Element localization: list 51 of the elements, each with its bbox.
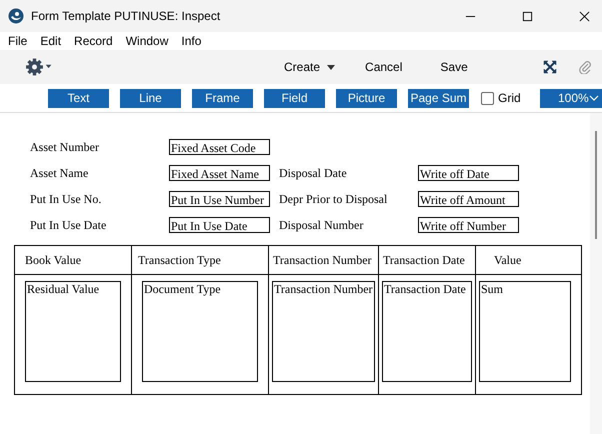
form-label: Depr Prior to Disposal — [279, 192, 388, 206]
form-label: Asset Number — [30, 140, 100, 154]
column-field[interactable]: Sum — [479, 281, 571, 382]
toolbar-button[interactable]: Save — [440, 60, 468, 74]
grid-label: Grid — [498, 91, 521, 105]
column-heading: Value — [494, 252, 522, 268]
paperclip-icon[interactable] — [578, 60, 592, 74]
tool-button[interactable]: Line — [120, 88, 181, 108]
menu-item[interactable]: Window — [126, 34, 168, 48]
form-label: Disposal Date — [279, 166, 348, 180]
form-field[interactable]: Write off Amount — [418, 191, 519, 207]
toolbar-button[interactable]: Cancel — [365, 60, 402, 74]
tool-button[interactable]: Text — [48, 88, 109, 108]
maximize-icon[interactable] — [522, 10, 533, 22]
form-field[interactable]: Write off Date — [418, 165, 519, 181]
tool-button[interactable]: Picture — [336, 88, 397, 108]
column-field[interactable]: Transaction Number — [272, 281, 375, 382]
tool-button[interactable]: Page Sum — [408, 88, 469, 108]
form-field[interactable]: Fixed Asset Code — [169, 139, 270, 155]
settings-icon[interactable] — [24, 58, 54, 76]
menu-item[interactable]: Info — [181, 34, 202, 48]
tool-button[interactable]: Field — [264, 88, 325, 108]
column-heading: Book Value — [25, 252, 82, 268]
column-heading: Transaction Date — [383, 252, 465, 268]
column-heading: Transaction Number — [273, 252, 372, 268]
close-icon[interactable] — [579, 10, 590, 22]
form-label: Put In Use Date — [30, 218, 108, 232]
menu-item[interactable]: Edit — [40, 34, 62, 48]
form-field[interactable]: Put In Use Number — [169, 191, 270, 207]
caret-icon — [327, 65, 336, 70]
column-field[interactable]: Document Type — [142, 281, 258, 382]
scrollbar[interactable] — [590, 113, 602, 434]
form-field[interactable]: Write off Number — [418, 217, 519, 233]
column-field[interactable]: Residual Value — [25, 281, 121, 382]
tool-button[interactable]: Frame — [192, 88, 253, 108]
form-label: Put In Use No. — [30, 192, 102, 206]
window-title: Form Template PUTINUSE: Inspect — [31, 9, 222, 23]
toolbar-button[interactable]: Create — [284, 60, 336, 74]
form-field[interactable]: Put In Use Date — [169, 217, 270, 233]
grid-checkbox[interactable] — [481, 92, 494, 104]
menu-item[interactable]: Record — [74, 34, 113, 48]
form-label: Disposal Number — [279, 218, 364, 232]
column-field[interactable]: Transaction Date — [382, 281, 472, 382]
chevron-icon — [589, 95, 599, 101]
app-logo-icon — [8, 8, 24, 24]
expand-icon[interactable] — [542, 60, 557, 74]
menu-item[interactable]: File — [8, 34, 28, 48]
form-label: Asset Name — [30, 166, 90, 180]
column-heading: Transaction Type — [138, 252, 221, 268]
form-field[interactable]: Fixed Asset Name — [169, 165, 270, 181]
zoom-dropdown[interactable]: 100% — [540, 88, 602, 108]
